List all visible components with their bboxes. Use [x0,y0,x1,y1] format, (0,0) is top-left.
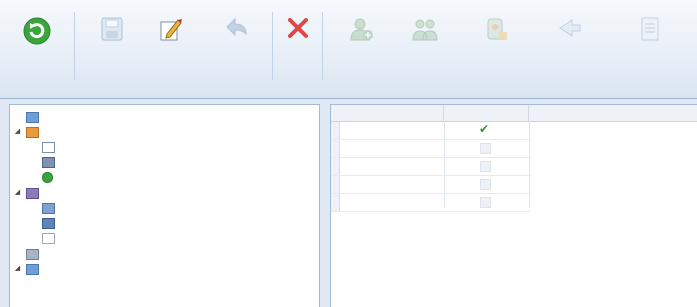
add-access-rule-icon [487,18,507,40]
row-checkbox-cell[interactable] [444,158,529,175]
day-types-icon [42,233,55,244]
refresh-button[interactable] [8,10,66,72]
employees-icon [26,127,39,138]
add-employee-icon [350,18,373,41]
ribbon-separator [272,12,273,80]
undo-icon [226,17,247,37]
column-header-biometrics[interactable] [444,105,529,121]
tree-item-cards[interactable] [10,109,310,124]
checkbox-unchecked[interactable] [480,161,491,172]
save-icon [101,17,123,41]
collapse-icon[interactable]: ◢ [13,261,22,276]
add-group-button[interactable] [398,10,452,72]
grid-header [331,105,697,122]
users-icon [26,264,39,275]
checkbox-unchecked[interactable] [480,179,491,190]
collapse-icon[interactable]: ◢ [13,124,22,139]
save-button[interactable] [90,10,134,72]
tree-item-employees[interactable]: ◢ [10,124,310,139]
ribbon-toolbar [0,0,697,99]
table-row[interactable] [331,194,531,212]
fields-icon [42,142,55,153]
add-group-icon [412,19,438,41]
edit-icon [160,19,182,41]
collapse-icon[interactable]: ◢ [13,185,22,200]
undo-button[interactable] [210,10,266,72]
tree-item-biometrics[interactable] [10,169,310,184]
delete-icon [288,18,308,38]
time-tracking-icon [26,188,39,199]
row-checkbox-cell[interactable] [444,194,529,211]
biometrics-icon [42,172,53,183]
tree-item-workdays[interactable] [10,215,310,230]
add-schedule-button[interactable] [540,10,600,72]
add-report-icon [641,17,659,41]
biometrics-grid: ✔ [330,104,697,307]
checkmark-icon[interactable]: ✔ [479,122,489,136]
table-row[interactable] [331,158,531,176]
add-schedule-icon [559,19,581,37]
tree-item-schedules[interactable] [10,200,310,215]
column-header-card-type[interactable] [339,105,444,121]
edit-button[interactable] [140,10,200,72]
row-checkbox-cell[interactable] [444,140,529,157]
tree-item-system[interactable] [10,246,310,261]
tree-item-employee-fields[interactable] [10,139,310,154]
table-row[interactable] [331,176,531,194]
tree-item-users[interactable]: ◢ [10,261,310,276]
row-indicator [331,158,340,175]
tree-item-photos[interactable] [10,154,310,169]
tree-item-day-types[interactable] [10,230,310,245]
delete-button[interactable] [280,10,316,72]
row-indicator [331,176,340,193]
table-row[interactable] [331,140,531,158]
row-indicator [331,194,340,211]
folder-icon [26,112,39,123]
ribbon-separator [74,12,75,80]
row-checkbox-cell[interactable]: ✔ [444,122,529,139]
ribbon-separator [322,12,323,80]
refresh-icon [23,17,51,45]
photo-icon [42,157,55,168]
schedule-icon [42,203,55,214]
add-access-rule-button[interactable] [460,10,532,72]
checkbox-unchecked[interactable] [480,197,491,208]
checkbox-unchecked[interactable] [480,143,491,154]
navigation-tree: ◢ ◢ ◢ [9,104,320,307]
table-row[interactable]: ✔ [331,122,531,140]
add-employee-button[interactable] [330,10,392,72]
row-indicator [331,122,340,139]
add-report-button[interactable] [610,10,690,72]
system-icon [26,249,39,260]
row-checkbox-cell[interactable] [444,176,529,193]
tree-item-time-tracking[interactable]: ◢ [10,185,310,200]
row-indicator [331,140,340,157]
workday-icon [42,218,55,229]
